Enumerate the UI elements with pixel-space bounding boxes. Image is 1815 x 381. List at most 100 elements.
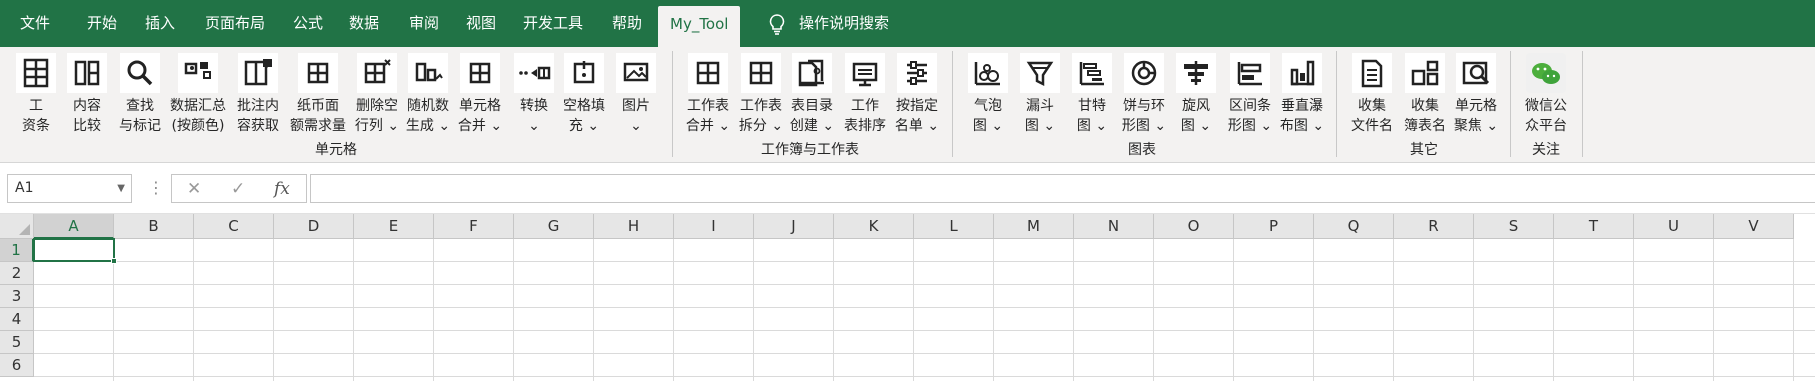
column-header[interactable]: Q (1314, 214, 1394, 239)
selected-cell[interactable] (33, 238, 117, 264)
column-header[interactable]: K (834, 214, 914, 239)
row-header[interactable]: 5 (0, 331, 34, 354)
gridline (34, 376, 1815, 377)
range-bar-icon (1230, 53, 1270, 93)
column-header[interactable]: P (1234, 214, 1314, 239)
ribbon-panel: 工 资条 内容 比较 查找 与标记 数据汇总 (按颜色) 批注内 容获取 纸币面… (0, 47, 1815, 163)
select-all-icon (19, 224, 30, 235)
find-mark-icon (120, 53, 160, 93)
column-header[interactable]: B (114, 214, 194, 239)
tell-me-search[interactable]: 操作说明搜索 (799, 0, 889, 47)
banknote-label: 纸币面 额需求量 (290, 98, 346, 134)
column-header[interactable]: O (1154, 214, 1234, 239)
formula-bar: A1 ▼ ⋮ ✕ ✓ fx (0, 163, 1815, 214)
column-header[interactable]: V (1714, 214, 1794, 239)
gridline (34, 307, 1815, 308)
tornado-chart-icon (1176, 53, 1216, 93)
tab-review[interactable]: 审阅 (409, 0, 439, 47)
collect-sheetnames-icon (1405, 53, 1445, 93)
lightbulb-icon (769, 14, 785, 35)
cancel-icon[interactable]: ✕ (187, 177, 201, 201)
cell-focus-button[interactable]: 单元格 聚焦 ⌄ (1450, 51, 1502, 139)
name-list-button[interactable]: 按指定 名单 ⌄ (891, 51, 943, 139)
column-header[interactable]: I (674, 214, 754, 239)
picture-button[interactable]: 图片 ⌄ (610, 51, 662, 139)
row-header[interactable]: 3 (0, 285, 34, 308)
toc-icon (792, 53, 832, 93)
column-header[interactable]: S (1474, 214, 1554, 239)
column-header[interactable]: H (594, 214, 674, 239)
select-all-button[interactable] (0, 214, 34, 239)
enter-icon[interactable]: ✓ (231, 177, 245, 201)
group-label-cells: 单元格 (315, 142, 357, 158)
gantt-chart-icon (1072, 53, 1112, 93)
chevron-down-icon[interactable]: ▼ (117, 175, 125, 202)
tab-developer[interactable]: 开发工具 (523, 0, 583, 47)
row-header[interactable]: 4 (0, 308, 34, 331)
waterfall-chart-icon (1282, 53, 1322, 93)
column-header[interactable]: J (754, 214, 834, 239)
spreadsheet-grid[interactable]: ABCDEFGHIJKLMNOPQRSTUV 123456 (0, 214, 1815, 381)
group-label-other: 其它 (1410, 142, 1438, 158)
tab-data[interactable]: 数据 (349, 0, 379, 47)
summary-by-color-button[interactable]: 数据汇总 (按颜色) (170, 51, 226, 139)
picture-icon (616, 53, 656, 93)
name-list-label: 按指定 名单 ⌄ (894, 98, 940, 134)
tab-formulas[interactable]: 公式 (293, 0, 323, 47)
column-header[interactable]: C (194, 214, 274, 239)
column-header[interactable]: U (1634, 214, 1714, 239)
group-separator (1582, 51, 1583, 157)
comment-extract-button[interactable]: 批注内 容获取 (232, 51, 284, 139)
find-mark-button[interactable]: 查找 与标记 (114, 51, 166, 139)
tab-page-layout[interactable]: 页面布局 (205, 0, 265, 47)
column-header[interactable]: E (354, 214, 434, 239)
row-header[interactable]: 6 (0, 354, 34, 377)
merge-cells-button[interactable]: 单元格 合并 ⌄ (454, 51, 506, 139)
formula-input[interactable] (310, 174, 1815, 203)
column-header[interactable]: F (434, 214, 514, 239)
column-header[interactable]: A (34, 214, 114, 239)
name-box[interactable]: A1 ▼ (7, 174, 132, 203)
waterfall-chart-button[interactable]: 垂直瀑 布图 ⌄ (1276, 51, 1328, 139)
row-header[interactable]: 1 (0, 239, 34, 262)
group-label-follow: 关注 (1532, 142, 1560, 158)
column-header[interactable]: R (1394, 214, 1474, 239)
wechat-button[interactable]: 微信公 众平台 (1520, 51, 1572, 139)
waterfall-chart-label: 垂直瀑 布图 ⌄ (1279, 98, 1325, 134)
tab-file[interactable]: 文件 (20, 0, 50, 47)
fill-blank-icon (564, 53, 604, 93)
convert-icon (514, 53, 554, 93)
column-header[interactable]: D (274, 214, 354, 239)
random-icon (408, 53, 448, 93)
tab-help[interactable]: 帮助 (612, 0, 642, 47)
wechat-label: 微信公 众平台 (1525, 98, 1567, 134)
row-header[interactable]: 2 (0, 262, 34, 285)
column-header[interactable]: L (914, 214, 994, 239)
gridline (34, 353, 1815, 354)
column-header[interactable]: G (514, 214, 594, 239)
group-separator (1336, 51, 1337, 157)
pie-chart-icon (1124, 53, 1164, 93)
gridline (34, 330, 1815, 331)
banknote-icon (298, 53, 338, 93)
column-header[interactable]: N (1074, 214, 1154, 239)
funnel-chart-icon (1020, 53, 1060, 93)
sheet-split-icon (741, 53, 781, 93)
ribbon-tab-bar: 文件 开始 插入 页面布局 公式 数据 审阅 视图 开发工具 帮助 My_Too… (0, 0, 1815, 47)
insert-function-icon[interactable]: fx (274, 177, 290, 201)
tab-my-tool[interactable]: My_Tool (658, 6, 741, 47)
fill-handle[interactable] (111, 258, 117, 264)
formula-bar-grip-icon[interactable]: ⋮ (148, 176, 164, 200)
column-header[interactable]: T (1554, 214, 1634, 239)
cell-focus-label: 单元格 聚焦 ⌄ (1453, 98, 1499, 134)
tab-insert[interactable]: 插入 (145, 0, 175, 47)
formula-buttons: ✕ ✓ fx (171, 174, 307, 203)
tornado-chart-button[interactable]: 旋风 图 ⌄ (1170, 51, 1222, 139)
column-header[interactable]: M (994, 214, 1074, 239)
banknote-button[interactable]: 纸币面 额需求量 (290, 51, 346, 139)
tab-home[interactable]: 开始 (87, 0, 117, 47)
group-separator (1510, 51, 1511, 157)
comment-extract-icon (238, 53, 278, 93)
tab-view[interactable]: 视图 (466, 0, 496, 47)
group-separator (952, 51, 953, 157)
